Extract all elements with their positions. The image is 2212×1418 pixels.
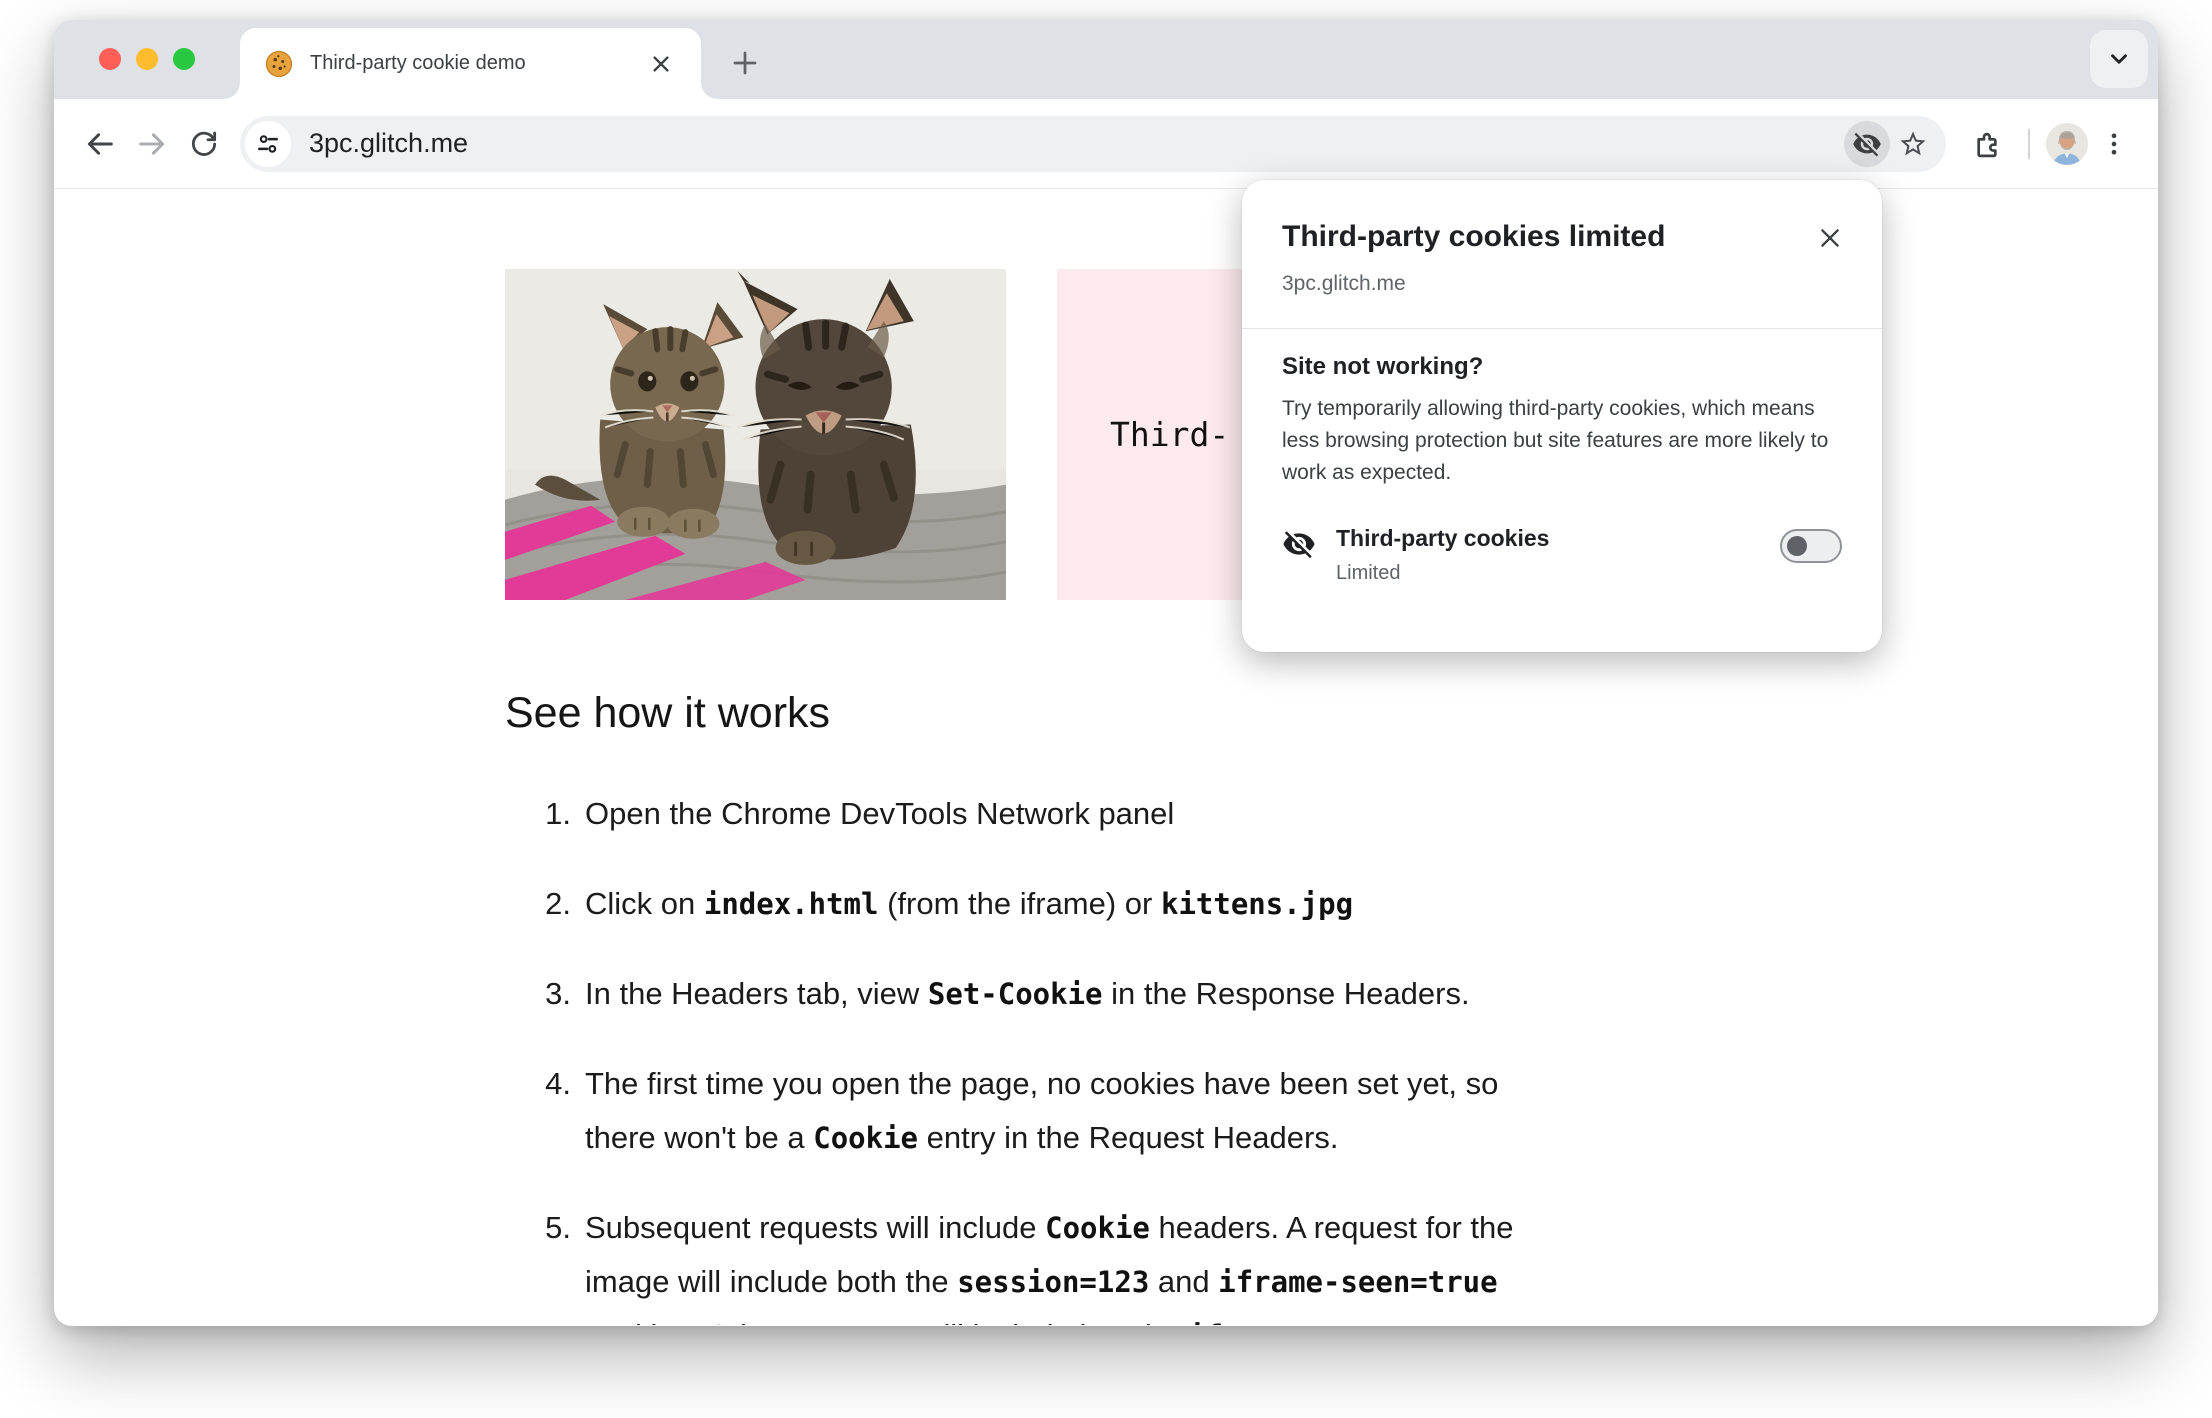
third-party-cookies-toggle[interactable] <box>1780 529 1842 563</box>
desktop-canvas: Third-party cookie demo 3pc.glitch.me Th… <box>0 0 2212 1418</box>
inline-code: index.html <box>703 887 879 921</box>
inline-code: if <box>1188 1319 1223 1325</box>
kittens-image <box>505 269 1006 600</box>
tune-icon <box>258 134 278 153</box>
step-item: 4. The first time you open the page, no c… <box>545 1066 1499 1155</box>
steps-list: 1. Open the Chrome DevTools Network panel… <box>505 787 1775 1325</box>
chevron-down-icon <box>2111 54 2127 64</box>
close-icon <box>653 55 669 72</box>
plus-icon <box>733 51 757 75</box>
reload-button[interactable] <box>178 118 230 170</box>
eye-off-icon <box>1283 531 1315 559</box>
forward-button[interactable] <box>126 118 178 170</box>
forward-arrow-icon <box>139 132 165 155</box>
eye-off-icon <box>1853 132 1881 156</box>
window-controls <box>99 48 195 70</box>
browser-window: Third-party cookie demo 3pc.glitch.me Th… <box>54 20 2158 1326</box>
popup-body: Site not working? Try temporarily allowi… <box>1242 329 1882 585</box>
avatar-photo <box>2046 122 2088 165</box>
back-arrow-icon <box>87 132 113 155</box>
extensions-button[interactable] <box>1960 118 2012 170</box>
iframe-text: Third- <box>1110 415 1230 454</box>
site-settings-button[interactable] <box>245 120 291 167</box>
cookie-favicon-icon <box>265 50 293 77</box>
popup-close-button[interactable] <box>1808 216 1852 260</box>
step-item: 2. Click on index.html (from the iframe) … <box>545 886 1354 921</box>
back-button[interactable] <box>74 118 126 170</box>
zoom-window-button[interactable] <box>173 48 195 70</box>
reload-icon <box>191 131 217 156</box>
toggle-label: Third-party cookies <box>1336 525 1550 551</box>
profile-avatar[interactable] <box>2046 122 2088 165</box>
popup-title: Third-party cookies limited <box>1282 220 1666 253</box>
browser-tab[interactable]: Third-party cookie demo <box>224 28 717 99</box>
step-item: 5. Subsequent requests will include Cooki… <box>505 1201 1775 1325</box>
toggle-knob <box>1787 536 1807 556</box>
inline-code: Cookie <box>813 1121 918 1155</box>
chrome-menu-button[interactable] <box>2088 118 2140 170</box>
third-party-cookies-popup: Third-party cookies limited 3pc.glitch.m… <box>1242 180 1882 652</box>
third-party-cookies-indicator-button[interactable] <box>1844 120 1890 167</box>
third-party-cookies-row: Third-party cookies Limited <box>1282 525 1842 585</box>
tab-overview-button[interactable] <box>2090 30 2148 88</box>
extensions-puzzle-icon <box>1977 132 1997 157</box>
page-heading: See how it works <box>505 689 831 737</box>
address-bar[interactable]: 3pc.glitch.me <box>240 115 1946 172</box>
popup-site: 3pc.glitch.me <box>1282 272 1406 295</box>
browser-toolbar: 3pc.glitch.me <box>54 99 2158 189</box>
inline-code: iframe-seen=true <box>1218 1265 1498 1299</box>
close-tab-button[interactable] <box>645 48 677 80</box>
inline-code: session=123 <box>957 1265 1150 1299</box>
url-text[interactable]: 3pc.glitch.me <box>309 128 1844 159</box>
toggle-status: Limited <box>1336 562 1401 584</box>
inline-code: Cookie <box>1045 1211 1150 1245</box>
popup-section-title: Site not working? <box>1282 353 1484 380</box>
kebab-menu-icon <box>2111 133 2117 154</box>
step-item: 1. Open the Chrome DevTools Network panel <box>545 796 1175 831</box>
tab-strip: Third-party cookie demo <box>54 20 2158 99</box>
inline-code: Set-Cookie <box>927 977 1103 1011</box>
close-window-button[interactable] <box>99 48 121 70</box>
star-icon <box>1900 131 1926 155</box>
step-item: 3. In the Headers tab, view Set-Cookie in… <box>545 976 1470 1011</box>
popup-header: Third-party cookies limited 3pc.glitch.m… <box>1242 180 1882 296</box>
new-tab-button[interactable] <box>717 35 773 91</box>
tab-title: Third-party cookie demo <box>310 52 526 74</box>
minimize-window-button[interactable] <box>136 48 158 70</box>
inline-code: kittens.jpg <box>1160 887 1354 921</box>
close-icon <box>1821 229 1839 247</box>
toolbar-divider <box>2028 128 2030 159</box>
popup-description: Try temporarily allowing third-party coo… <box>1282 397 1829 484</box>
bookmark-button[interactable] <box>1890 121 1936 167</box>
